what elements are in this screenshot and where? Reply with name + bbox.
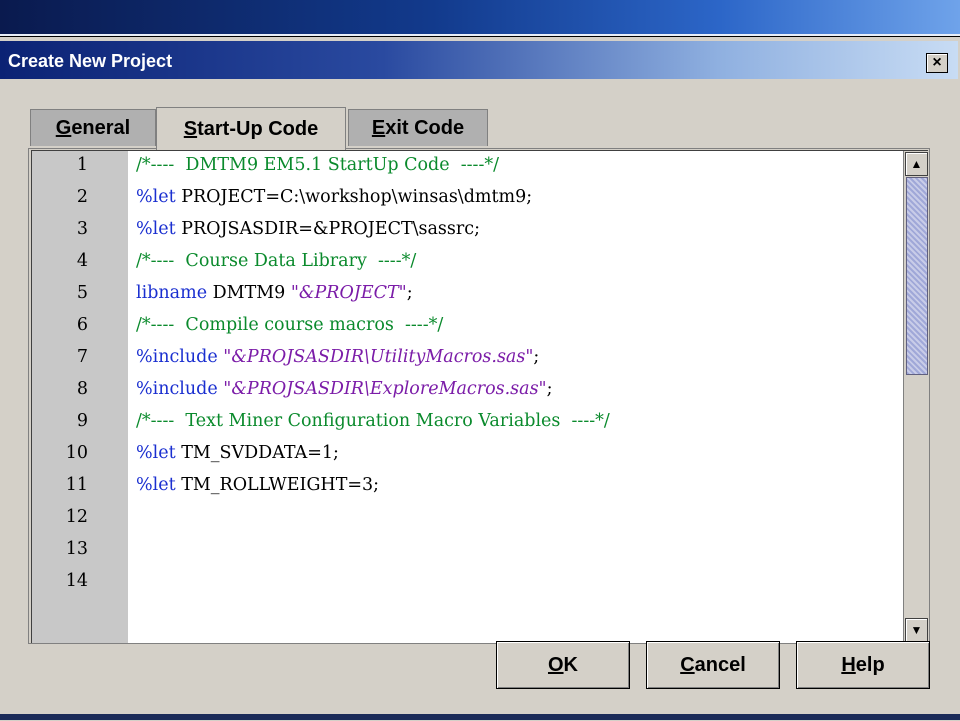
top-banner [0, 0, 960, 34]
line-number: 1 [76, 155, 88, 175]
code-editor[interactable]: 1 /*---- DMTM9 EM5.1 StartUp Code ----*/ 2… [31, 150, 928, 643]
help-button-label: Help [841, 653, 885, 676]
tab-general[interactable]: General [30, 109, 156, 146]
code-token: /*---- Compile course macros ----*/ [136, 315, 444, 335]
line-number: 8 [76, 379, 88, 399]
close-button[interactable]: × [926, 53, 948, 73]
code-token: %let [136, 187, 182, 207]
code-token: ; [406, 283, 413, 303]
line-number: 4 [76, 251, 88, 271]
scroll-down-arrow-icon: ▼ [910, 623, 923, 637]
create-new-project-dialog: Create New Project × General Start-Up Co… [0, 36, 960, 721]
dialog-title: Create New Project [8, 51, 173, 71]
code-text: %let TM_SVDDATA=1; [136, 443, 339, 463]
line-number: 9 [76, 411, 88, 431]
code-line: 3 %let PROJSASDIR=&PROJECT\sassrc; [32, 219, 900, 251]
code-text: %include "&PROJSASDIR\ExploreMacros.sas"… [136, 379, 553, 399]
code-token: PROJECT=C:\workshop\winsas\dmtm9; [181, 187, 533, 207]
code-token: ; [533, 347, 540, 367]
code-token: /*---- DMTM9 EM5.1 StartUp Code ----*/ [136, 155, 500, 175]
line-number: 14 [65, 571, 88, 591]
line-number: 3 [76, 219, 88, 239]
code-token: libname [136, 283, 213, 303]
code-text: %let PROJECT=C:\workshop\winsas\dmtm9; [136, 187, 532, 207]
code-token: "&PROJSASDIR\UtilityMacros.sas" [223, 347, 534, 367]
code-text: /*---- Course Data Library ----*/ [136, 251, 416, 271]
code-line: 12 [32, 507, 900, 539]
vertical-scrollbar[interactable]: ▲ ▼ [903, 151, 928, 643]
code-line: 6 /*---- Compile course macros ----*/ [32, 315, 900, 347]
code-line: 11 %let TM_ROLLWEIGHT=3; [32, 475, 900, 507]
code-text: %let PROJSASDIR=&PROJECT\sassrc; [136, 219, 480, 239]
line-number: 11 [65, 475, 88, 495]
code-token: PROJSASDIR=&PROJECT\sassrc; [181, 219, 480, 239]
tab-general-label: General [55, 116, 131, 139]
close-icon: × [932, 54, 942, 71]
start-up-code-panel: 1 /*---- DMTM9 EM5.1 StartUp Code ----*/ 2… [28, 148, 930, 644]
code-token: ; [546, 379, 553, 399]
scroll-up-arrow-icon: ▲ [910, 157, 923, 171]
code-text: %include "&PROJSASDIR\UtilityMacros.sas"… [136, 347, 539, 367]
line-number: 7 [76, 347, 88, 367]
tab-exit-code[interactable]: Exit Code [348, 109, 488, 146]
code-token: "&PROJECT" [290, 283, 407, 303]
code-text: /*---- DMTM9 EM5.1 StartUp Code ----*/ [136, 155, 499, 175]
code-line: 2 %let PROJECT=C:\workshop\winsas\dmtm9; [32, 187, 900, 219]
code-token: %let [136, 475, 182, 495]
tab-start-up-code[interactable]: Start-Up Code [156, 107, 346, 150]
code-line: 4 /*---- Course Data Library ----*/ [32, 251, 900, 283]
code-token: %include [136, 379, 224, 399]
code-text: /*---- Text Miner Configuration Macro Va… [136, 411, 610, 431]
code-text: %let TM_ROLLWEIGHT=3; [136, 475, 379, 495]
code-token: /*---- Text Miner Configuration Macro Va… [136, 411, 610, 431]
code-token: %include [136, 347, 224, 367]
scroll-up-button[interactable]: ▲ [905, 152, 928, 176]
tab-exit-code-label: Exit Code [371, 116, 465, 139]
scrollbar-thumb[interactable] [906, 177, 928, 375]
code-line: 10 %let TM_SVDDATA=1; [32, 443, 900, 475]
bottom-edge [0, 714, 960, 720]
code-line: 1 /*---- DMTM9 EM5.1 StartUp Code ----*/ [32, 155, 900, 187]
cancel-button[interactable]: Cancel [646, 641, 780, 689]
code-line: 13 [32, 539, 900, 571]
code-token: TM_SVDDATA=1; [181, 443, 339, 463]
scroll-down-button[interactable]: ▼ [905, 618, 928, 642]
cancel-button-label: Cancel [680, 653, 746, 676]
code-line: 5 libname DMTM9 "&PROJECT"; [32, 283, 900, 315]
code-token: /*---- Course Data Library ----*/ [136, 251, 417, 271]
code-token: DMTM9 [212, 283, 291, 303]
tab-start-up-code-label: Start-Up Code [183, 117, 319, 140]
ok-button[interactable]: OK [496, 641, 630, 689]
line-number: 5 [76, 283, 88, 303]
code-line: 7 %include "&PROJSASDIR\UtilityMacros.sas… [32, 347, 900, 379]
code-line: 9 /*---- Text Miner Configuration Macro V… [32, 411, 900, 443]
code-text: /*---- Compile course macros ----*/ [136, 315, 443, 335]
help-button[interactable]: Help [796, 641, 930, 689]
ok-button-label: OK [547, 653, 578, 676]
code-line: 14 [32, 571, 900, 603]
line-number: 2 [76, 187, 88, 207]
line-number: 10 [65, 443, 88, 463]
code-line: 8 %include "&PROJSASDIR\ExploreMacros.sas… [32, 379, 900, 411]
code-token: %let [136, 219, 182, 239]
code-token: %let [136, 443, 182, 463]
code-token: TM_ROLLWEIGHT=3; [181, 475, 380, 495]
code-token: "&PROJSASDIR\ExploreMacros.sas" [223, 379, 547, 399]
dialog-titlebar: Create New Project × [0, 41, 958, 79]
line-number: 12 [65, 507, 88, 527]
code-text: libname DMTM9 "&PROJECT"; [136, 283, 413, 303]
line-number: 6 [76, 315, 88, 335]
line-number: 13 [65, 539, 88, 559]
